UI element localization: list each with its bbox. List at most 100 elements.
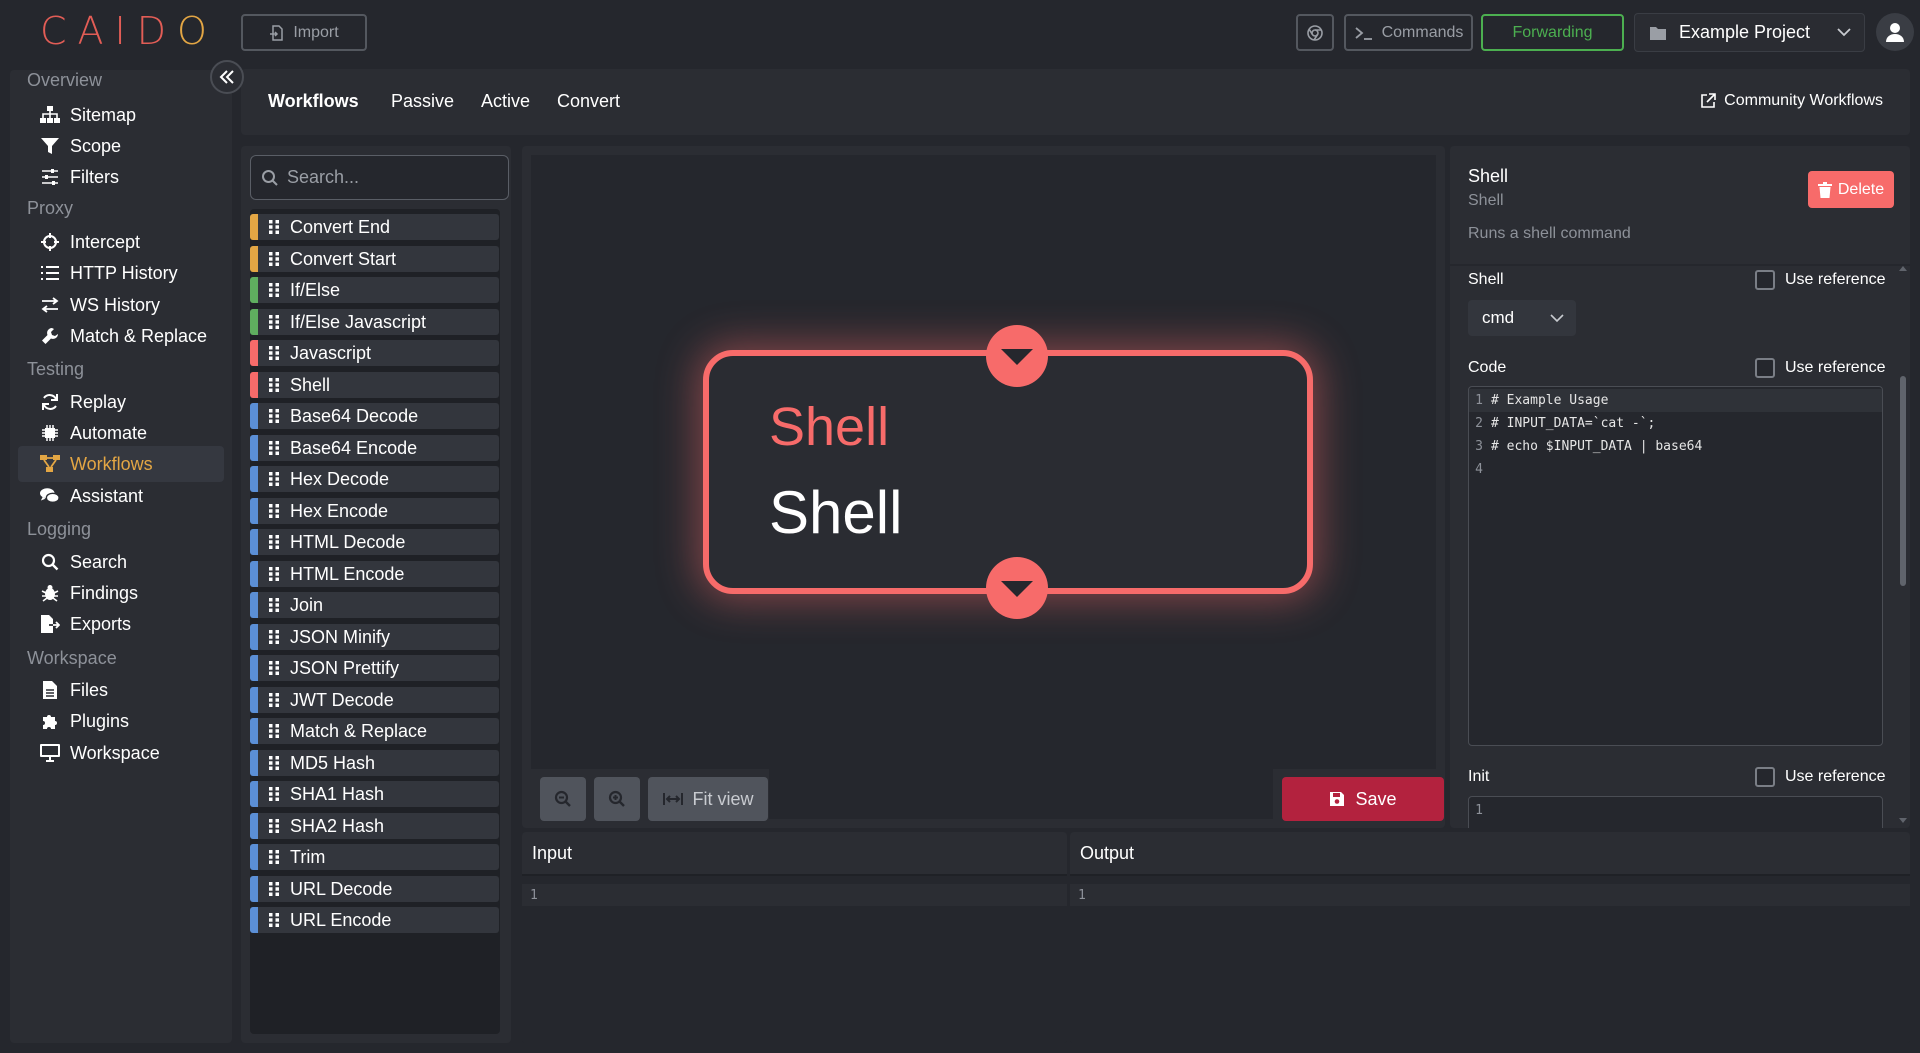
init-editor[interactable]: 1 <box>1468 796 1883 828</box>
node-item-md5-hash[interactable]: MD5 Hash <box>250 750 499 776</box>
sidebar-item-exports[interactable]: Exports <box>18 606 224 642</box>
node-search[interactable] <box>250 155 509 200</box>
drag-handle-icon[interactable] <box>268 408 280 424</box>
forwarding-toggle[interactable]: Forwarding <box>1481 14 1624 51</box>
drag-handle-icon[interactable] <box>268 881 280 897</box>
import-button[interactable]: Import <box>241 14 367 51</box>
delete-node-button[interactable]: Delete <box>1808 171 1894 208</box>
shell-use-reference-checkbox[interactable] <box>1755 270 1775 290</box>
shell-select[interactable]: cmd <box>1468 300 1576 336</box>
init-use-reference[interactable]: Use reference <box>1755 767 1886 787</box>
scroll-down-arrow[interactable] <box>1899 818 1907 823</box>
node-item-match-replace[interactable]: Match & Replace <box>250 718 499 744</box>
browser-button[interactable] <box>1296 14 1334 51</box>
sidebar-item-http-history[interactable]: HTTP History <box>18 255 224 291</box>
node-input-port[interactable] <box>986 325 1048 387</box>
sidebar-item-workflows[interactable]: Workflows <box>18 446 224 482</box>
drag-handle-icon[interactable] <box>268 755 280 771</box>
node-item-label: SHA2 Hash <box>290 815 385 836</box>
node-item-json-prettify[interactable]: JSON Prettify <box>250 655 499 681</box>
shell-use-reference[interactable]: Use reference <box>1755 270 1886 290</box>
drag-handle-icon[interactable] <box>268 818 280 834</box>
project-selector[interactable]: Example Project <box>1634 13 1865 52</box>
init-field-label: Init <box>1468 768 1490 785</box>
drag-handle-icon[interactable] <box>268 660 280 676</box>
node-category-color <box>250 624 258 650</box>
tab-passive[interactable]: Passive <box>391 91 454 112</box>
drag-handle-icon[interactable] <box>268 597 280 613</box>
node-item-json-minify[interactable]: JSON Minify <box>250 624 499 650</box>
drag-handle-icon[interactable] <box>268 440 280 456</box>
drag-handle-icon[interactable] <box>268 251 280 267</box>
node-item-convert-end[interactable]: Convert End <box>250 214 499 240</box>
drag-handle-icon[interactable] <box>268 786 280 802</box>
drag-handle-icon[interactable] <box>268 377 280 393</box>
node-item-url-encode[interactable]: URL Encode <box>250 907 499 933</box>
node-item-hex-encode[interactable]: Hex Encode <box>250 498 499 524</box>
node-item-jwt-decode[interactable]: JWT Decode <box>250 687 499 713</box>
node-item-if-else[interactable]: If/Else <box>250 277 499 303</box>
input-editor[interactable]: 1 <box>522 874 1067 1043</box>
shell-node[interactable]: Shell Shell <box>703 325 1313 619</box>
shell-field-label: Shell <box>1468 271 1504 288</box>
tab-workflows[interactable]: Workflows <box>268 91 359 112</box>
code-use-reference-checkbox[interactable] <box>1755 358 1775 378</box>
node-item-sha2-hash[interactable]: SHA2 Hash <box>250 813 499 839</box>
sidebar-item-filters[interactable]: Filters <box>18 159 224 195</box>
node-item-javascript[interactable]: Javascript <box>250 340 499 366</box>
drag-handle-icon[interactable] <box>268 692 280 708</box>
scroll-up-arrow[interactable] <box>1899 266 1907 271</box>
drag-handle-icon[interactable] <box>268 471 280 487</box>
node-item-hex-decode[interactable]: Hex Decode <box>250 466 499 492</box>
init-use-reference-checkbox[interactable] <box>1755 767 1775 787</box>
collapse-sidebar-button[interactable] <box>210 60 244 94</box>
sidebar-item-workspace[interactable]: Workspace <box>18 735 224 771</box>
search-input[interactable] <box>287 167 507 188</box>
drag-handle-icon[interactable] <box>268 503 280 519</box>
workflow-canvas[interactable]: Shell Shell Fit view Save <box>531 155 1444 821</box>
node-item-shell[interactable]: Shell <box>250 372 499 398</box>
code-use-reference[interactable]: Use reference <box>1755 358 1886 378</box>
sidebar-item-match-replace[interactable]: Match & Replace <box>18 318 224 354</box>
zoom-out-button[interactable] <box>540 777 586 821</box>
node-category-color <box>250 340 258 366</box>
node-item-if-else-javascript[interactable]: If/Else Javascript <box>250 309 499 335</box>
drag-handle-icon[interactable] <box>268 629 280 645</box>
sidebar-item-plugins[interactable]: Plugins <box>18 703 224 739</box>
node-item-join[interactable]: Join <box>250 592 499 618</box>
node-item-base64-encode[interactable]: Base64 Encode <box>250 435 499 461</box>
node-item-base64-decode[interactable]: Base64 Decode <box>250 403 499 429</box>
drag-handle-icon[interactable] <box>268 849 280 865</box>
drag-handle-icon[interactable] <box>268 282 280 298</box>
output-editor[interactable]: 1 <box>1070 874 1910 1043</box>
drag-handle-icon[interactable] <box>268 314 280 330</box>
code-editor[interactable]: 1 # Example Usage 2 # INPUT_DATA=`cat -`; 3 #… <box>1468 386 1883 746</box>
community-workflows-link[interactable]: Community Workflows <box>1700 92 1883 110</box>
tab-convert[interactable]: Convert <box>557 91 620 112</box>
code-text: # echo $INPUT_DATA | base64 <box>1491 439 1703 454</box>
sidebar-item-assistant[interactable]: Assistant <box>18 478 224 514</box>
node-item-url-decode[interactable]: URL Decode <box>250 876 499 902</box>
drag-handle-icon[interactable] <box>268 566 280 582</box>
drag-handle-icon[interactable] <box>268 912 280 928</box>
node-library-panel: Convert End Convert Start If/Else If/Else J… <box>241 146 511 1043</box>
drag-handle-icon[interactable] <box>268 534 280 550</box>
node-item-html-decode[interactable]: HTML Decode <box>250 529 499 555</box>
node-item-trim[interactable]: Trim <box>250 844 499 870</box>
fit-view-button[interactable]: Fit view <box>648 777 768 821</box>
save-button[interactable]: Save <box>1282 777 1444 821</box>
commands-button[interactable]: Commands <box>1344 14 1473 51</box>
node-item-convert-start[interactable]: Convert Start <box>250 246 499 272</box>
tab-active[interactable]: Active <box>481 91 530 112</box>
properties-scrollbar[interactable] <box>1900 376 1906 586</box>
drag-handle-icon[interactable] <box>268 219 280 235</box>
caido-logo[interactable]: CAIDO <box>40 10 218 52</box>
node-item-html-encode[interactable]: HTML Encode <box>250 561 499 587</box>
triangle-down-icon <box>999 345 1035 367</box>
node-item-sha1-hash[interactable]: SHA1 Hash <box>250 781 499 807</box>
drag-handle-icon[interactable] <box>268 723 280 739</box>
drag-handle-icon[interactable] <box>268 345 280 361</box>
user-avatar[interactable] <box>1876 13 1914 51</box>
zoom-in-button[interactable] <box>594 777 640 821</box>
node-output-port[interactable] <box>986 557 1048 619</box>
